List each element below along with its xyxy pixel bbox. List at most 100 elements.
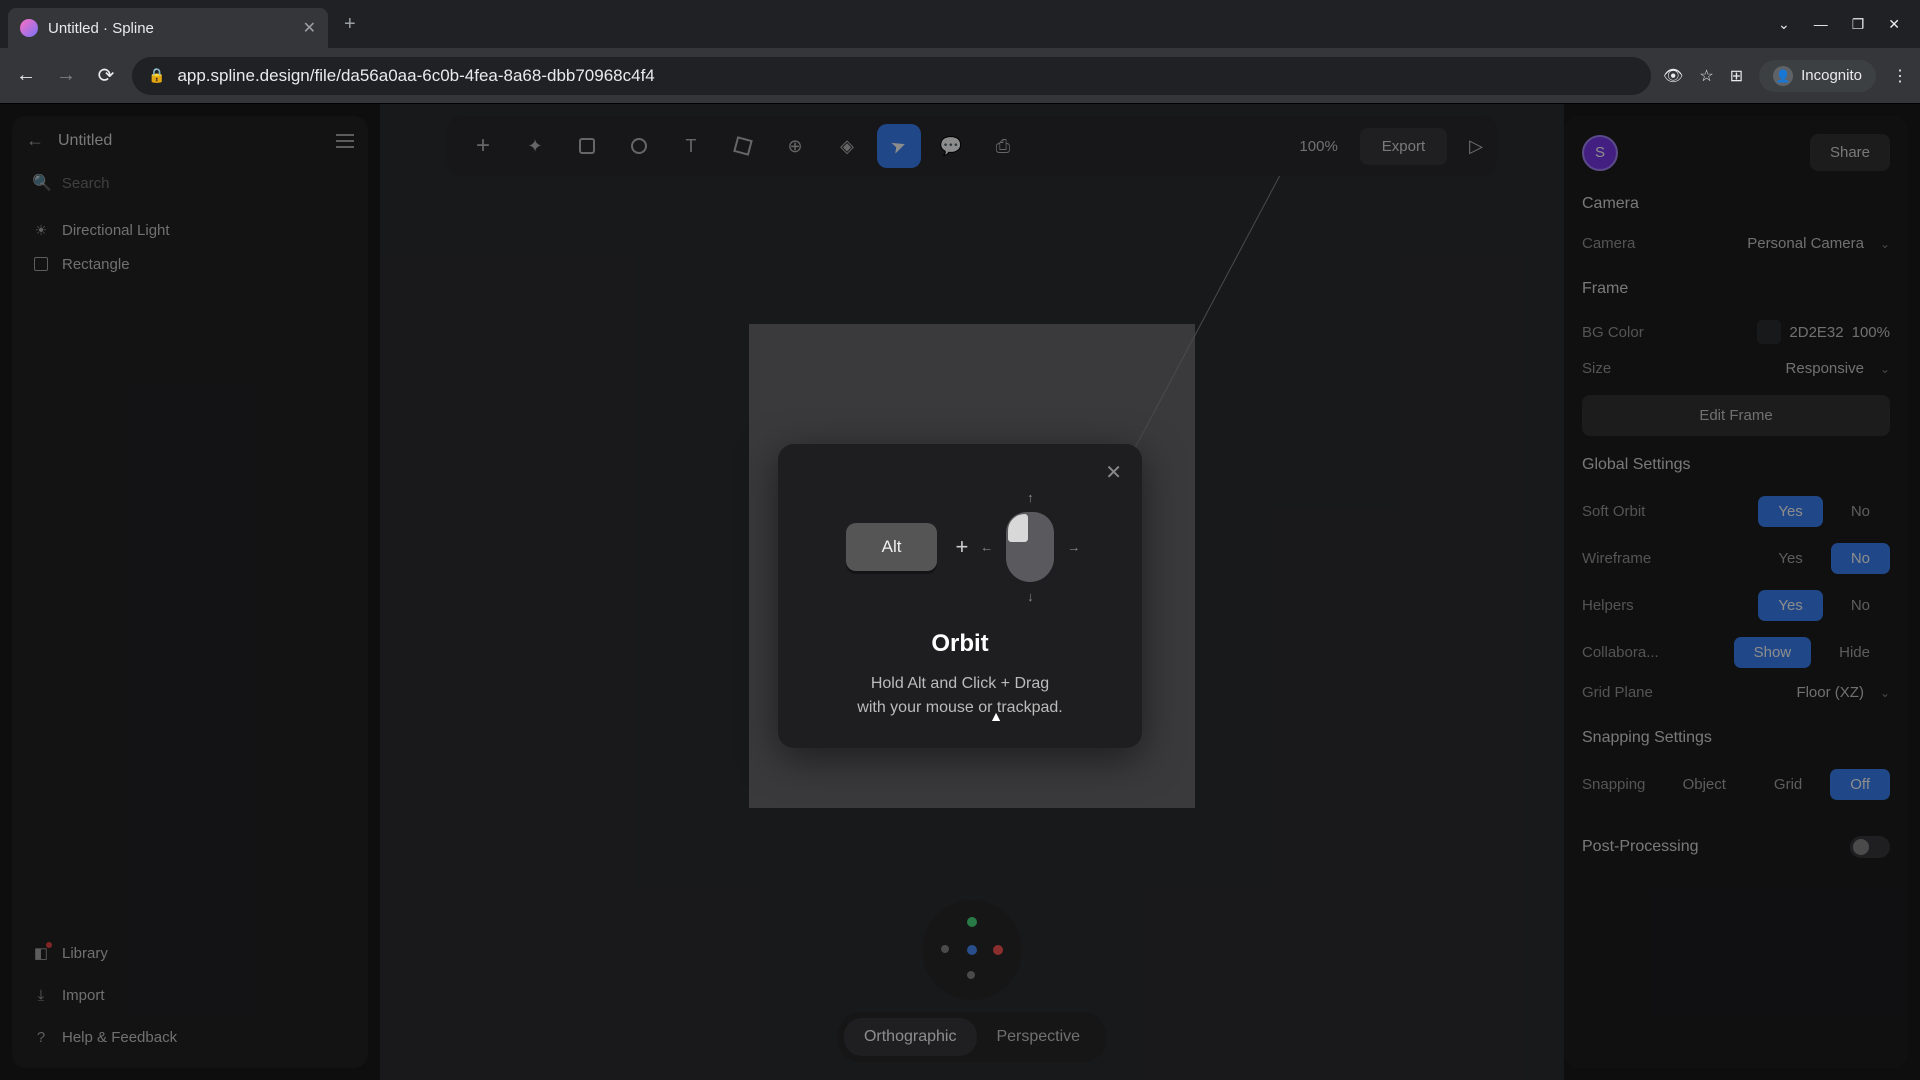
frame-section-title: Frame	[1582, 280, 1890, 298]
post-processing-toggle[interactable]	[1850, 836, 1890, 858]
alt-key-visual: Alt	[846, 523, 938, 571]
nav-back-icon[interactable]: ←	[12, 64, 40, 87]
grid-plane-value: Floor (XZ)	[1796, 684, 1864, 701]
layer-item-rectangle[interactable]: Rectangle	[26, 247, 354, 281]
browser-tab-strip: Untitled · Spline ✕ + ⌄ — ❐ ✕	[0, 0, 1920, 48]
rectangle-tool-icon[interactable]	[565, 124, 609, 168]
modal-title: Orbit	[806, 630, 1114, 658]
share-button[interactable]: Share	[1810, 134, 1890, 171]
modal-close-icon[interactable]: ✕	[1105, 460, 1122, 485]
arrow-up-icon: ↑	[1027, 490, 1034, 505]
play-button-icon[interactable]: ▷	[1469, 136, 1483, 157]
snapping-object[interactable]: Object	[1663, 769, 1746, 800]
ellipse-tool-icon[interactable]	[617, 124, 661, 168]
nav-reload-icon[interactable]: ⟳	[92, 63, 120, 88]
tab-title: Untitled · Spline	[48, 20, 293, 37]
add-button[interactable]: +	[461, 124, 505, 168]
window-close-icon[interactable]: ✕	[1888, 16, 1900, 33]
cursor-tool-icon[interactable]: ➤	[877, 124, 921, 168]
collab-show[interactable]: Show	[1734, 637, 1812, 668]
camera-row[interactable]: Camera Personal Camera ⌄	[1582, 227, 1890, 260]
gizmo-neg-x[interactable]	[941, 945, 949, 953]
perspective-option[interactable]: Perspective	[976, 1018, 1100, 1056]
layer-item-directional-light[interactable]: ☀ Directional Light	[26, 213, 354, 247]
nav-forward-icon[interactable]: →	[52, 64, 80, 87]
edit-frame-button[interactable]: Edit Frame	[1582, 395, 1890, 436]
window-controls: ⌄ — ❐ ✕	[1778, 16, 1912, 33]
helpers-yes[interactable]: Yes	[1758, 590, 1822, 621]
left-panel: ← Untitled 🔍 ☀ Directional Light Rectang…	[12, 116, 368, 1068]
bgcolor-row[interactable]: BG Color 2D2E32 100%	[1582, 312, 1890, 352]
help-button[interactable]: ? Help & Feedback	[26, 1020, 354, 1054]
browser-menu-icon[interactable]: ⋮	[1892, 66, 1908, 86]
post-processing-title: Post-Processing	[1582, 838, 1699, 856]
address-bar[interactable]: 🔒 app.spline.design/file/da56a0aa-6c0b-4…	[132, 57, 1651, 95]
gizmo-neg-y[interactable]	[967, 971, 975, 979]
gizmo-y-axis[interactable]	[967, 917, 977, 927]
size-row[interactable]: Size Responsive ⌄	[1582, 352, 1890, 385]
soft-orbit-no[interactable]: No	[1831, 496, 1890, 527]
new-tab-button[interactable]: +	[344, 13, 356, 36]
back-arrow-icon[interactable]: ←	[26, 130, 44, 151]
search-box[interactable]: 🔍	[26, 165, 354, 201]
arrow-down-icon: ↓	[1027, 589, 1034, 604]
cube-tool-icon[interactable]	[721, 124, 765, 168]
library-label: Library	[62, 945, 108, 962]
extensions-icon[interactable]: ⊞	[1730, 66, 1743, 86]
grid-plane-label: Grid Plane	[1582, 684, 1653, 701]
window-minimize-icon[interactable]: —	[1814, 16, 1828, 33]
mouse-left-button-highlight	[1008, 514, 1028, 542]
tab-close-icon[interactable]: ✕	[303, 18, 316, 38]
document-title[interactable]: Untitled	[58, 132, 322, 150]
modal-desc-line2: with your mouse or trackpad.	[806, 696, 1114, 720]
snapping-grid[interactable]: Grid	[1754, 769, 1822, 800]
arrow-left-icon: ←	[980, 540, 993, 555]
user-avatar[interactable]: S	[1582, 135, 1618, 171]
library-button[interactable]: ◧ Library	[26, 936, 354, 970]
camera-tool-icon[interactable]: ⎙	[981, 124, 1025, 168]
camera-value: Personal Camera	[1747, 235, 1864, 252]
right-panel: S Share Camera Camera Personal Camera ⌄ …	[1564, 116, 1908, 1068]
orthographic-option[interactable]: Orthographic	[844, 1018, 977, 1056]
incognito-label: Incognito	[1801, 67, 1862, 84]
soft-orbit-yes[interactable]: Yes	[1758, 496, 1822, 527]
snapping-off[interactable]: Off	[1830, 769, 1890, 800]
collab-hide[interactable]: Hide	[1819, 637, 1890, 668]
wireframe-label: Wireframe	[1582, 550, 1651, 567]
export-button[interactable]: Export	[1360, 128, 1447, 165]
wireframe-yes[interactable]: Yes	[1758, 543, 1822, 574]
hamburger-menu-icon[interactable]	[336, 134, 354, 148]
gizmo-x-axis[interactable]	[993, 945, 1003, 955]
mouse-visual: ↑ ↓ ← →	[986, 492, 1074, 602]
chevron-down-icon: ⌄	[1880, 686, 1890, 700]
modal-desc-line1: Hold Alt and Click + Drag	[806, 672, 1114, 696]
gizmo-z-axis[interactable]	[967, 945, 977, 955]
url-text: app.spline.design/file/da56a0aa-6c0b-4fe…	[177, 66, 654, 86]
incognito-eye-icon[interactable]: 👁	[1663, 66, 1683, 86]
incognito-badge[interactable]: 👤 Incognito	[1759, 60, 1876, 92]
sphere-tool-icon[interactable]: ⊕	[773, 124, 817, 168]
snapping-section-title: Snapping Settings	[1582, 729, 1890, 747]
wireframe-no[interactable]: No	[1831, 543, 1890, 574]
text-tool-icon[interactable]: T	[669, 124, 713, 168]
tabs-dropdown-icon[interactable]: ⌄	[1778, 16, 1790, 33]
window-maximize-icon[interactable]: ❐	[1852, 16, 1865, 33]
bgcolor-hex: 2D2E32	[1789, 324, 1843, 341]
bookmark-star-icon[interactable]: ☆	[1699, 66, 1713, 86]
tag-tool-icon[interactable]: ◈	[825, 124, 869, 168]
zoom-level[interactable]: 100%	[1299, 138, 1337, 155]
global-section-title: Global Settings	[1582, 456, 1890, 474]
plus-icon: +	[955, 534, 968, 560]
orientation-gizmo[interactable]	[922, 900, 1022, 1000]
grid-plane-row[interactable]: Grid Plane Floor (XZ) ⌄	[1582, 676, 1890, 709]
helpers-no[interactable]: No	[1831, 590, 1890, 621]
layer-label: Directional Light	[62, 222, 170, 239]
import-button[interactable]: ⤓ Import	[26, 978, 354, 1012]
shapes-tool-icon[interactable]: ✦	[513, 124, 557, 168]
comment-tool-icon[interactable]: 💬	[929, 124, 973, 168]
color-swatch[interactable]	[1757, 320, 1781, 344]
browser-tab[interactable]: Untitled · Spline ✕	[8, 8, 328, 48]
search-input[interactable]	[62, 175, 348, 192]
rectangle-icon	[32, 255, 50, 273]
light-icon: ☀	[32, 221, 50, 239]
